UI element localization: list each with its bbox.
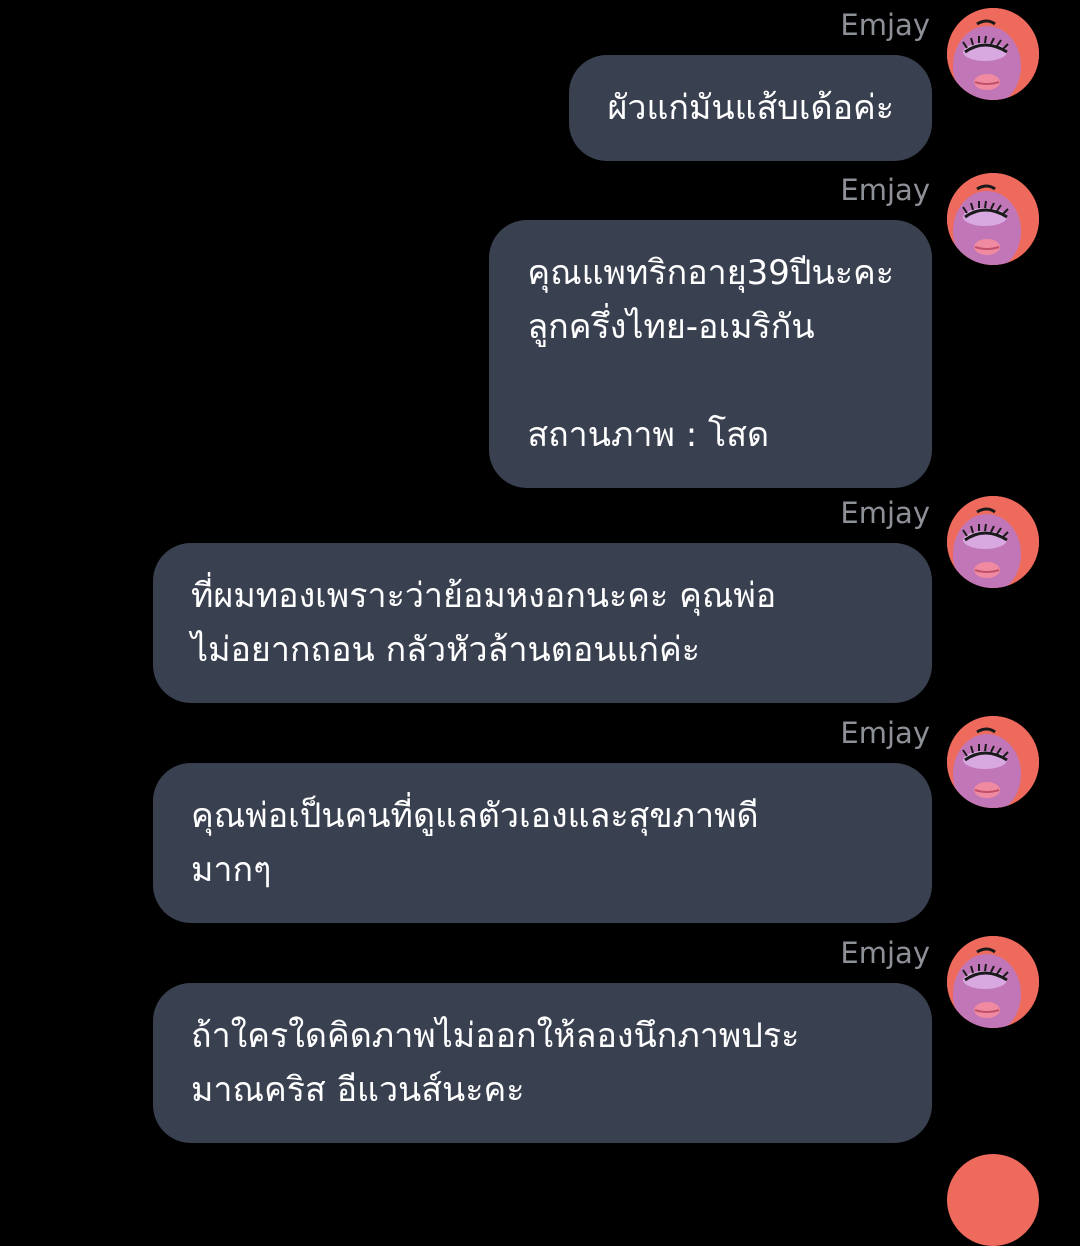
message-text: มาณคริส อีแวนส์นะคะ	[191, 1070, 525, 1110]
message-text	[527, 354, 894, 408]
cartoon-face-avatar-icon	[947, 496, 1039, 588]
sender-name: Emjay	[840, 8, 930, 42]
sender-name: Emjay	[840, 936, 930, 970]
sender-name: Emjay	[840, 496, 930, 530]
cartoon-face-avatar-icon	[947, 8, 1039, 100]
avatar[interactable]	[947, 1154, 1039, 1246]
message-text: มากๆ	[191, 850, 272, 890]
message-text: ไม่อยากถอน กลัวหัวล้านตอนแก่ค่ะ	[191, 630, 701, 670]
message-text: สถานภาพ : โสด	[527, 415, 770, 455]
message-bubble[interactable]: ที่ผมทองเพราะว่าย้อมหงอกนะคะ คุณพ่อ ไม่อ…	[153, 543, 932, 703]
message-text: ลูกครึ่งไทย-อเมริกัน	[527, 307, 815, 347]
message-text: ผัวแก่มันแส้บเด้อค่ะ	[607, 88, 894, 128]
avatar[interactable]	[947, 8, 1039, 100]
message-bubble[interactable]: ผัวแก่มันแส้บเด้อค่ะ	[569, 55, 932, 161]
avatar[interactable]	[947, 716, 1039, 808]
avatar[interactable]	[947, 173, 1039, 265]
sender-name: Emjay	[840, 716, 930, 750]
sender-name: Emjay	[840, 173, 930, 207]
avatar[interactable]	[947, 496, 1039, 588]
message-text: ที่ผมทองเพราะว่าย้อมหงอกนะคะ คุณพ่อ	[191, 576, 777, 616]
message-bubble[interactable]: คุณแพทริกอายุ39ปีนะคะ ลูกครึ่งไทย-อเมริก…	[489, 220, 932, 488]
cartoon-face-avatar-icon	[947, 716, 1039, 808]
message-text: คุณพ่อเป็นคนที่ดูแลตัวเองและสุขภาพดี	[191, 796, 759, 836]
message-bubble[interactable]: ถ้าใครใดคิดภาพไม่ออกให้ลองนึกภาพประ มาณค…	[153, 983, 932, 1143]
message-text: คุณแพทริกอายุ39ปีนะคะ	[527, 253, 894, 293]
cartoon-face-avatar-icon	[947, 173, 1039, 265]
message-bubble[interactable]: คุณพ่อเป็นคนที่ดูแลตัวเองและสุขภาพดี มาก…	[153, 763, 932, 923]
message-text: ถ้าใครใดคิดภาพไม่ออกให้ลองนึกภาพประ	[191, 1016, 800, 1056]
avatar[interactable]	[947, 936, 1039, 1028]
cartoon-face-avatar-icon	[947, 936, 1039, 1028]
